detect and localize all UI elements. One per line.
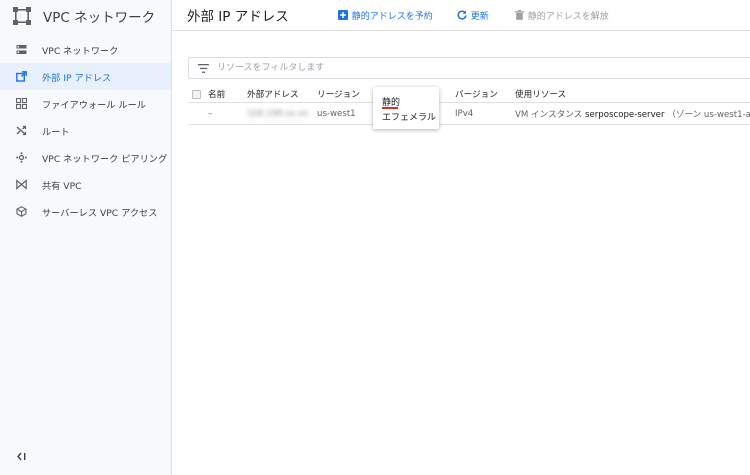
- routes-icon: [15, 124, 28, 137]
- release-static-address-button[interactable]: 静的アドレスを解放: [514, 9, 609, 22]
- sidebar-item-peering[interactable]: VPC ネットワーク ピアリング: [0, 144, 171, 171]
- release-static-address-label: 静的アドレスを解放: [527, 11, 609, 22]
- sidebar-item-shared-vpc[interactable]: 共有 VPC: [0, 171, 171, 198]
- page-header: 外部 IP アドレス 静的アドレスを予約 更新 静的アドレスを解放: [172, 0, 750, 31]
- sidebar-item-external-ip[interactable]: 外部 IP アドレス: [0, 63, 171, 90]
- add-box-icon: [338, 10, 349, 21]
- column-header-resource[interactable]: 使用リソース: [515, 88, 566, 100]
- menu-item-label: エフェメラル: [382, 113, 437, 123]
- ip-address-table: 名前 外部アドレス リージョン バージョン 使用リソース – 104.198.x…: [188, 86, 750, 125]
- sidebar-item-label: ファイアウォール ルール: [42, 99, 146, 111]
- collapse-sidebar-button[interactable]: [14, 449, 28, 463]
- refresh-icon: [457, 10, 468, 21]
- reserve-static-address-button[interactable]: 静的アドレスを予約: [338, 9, 433, 22]
- column-header-address[interactable]: 外部アドレス: [247, 88, 299, 100]
- cell-version: IPv4: [455, 108, 474, 119]
- vpc-network-icon: [15, 43, 28, 56]
- sidebar-nav: VPC ネットワーク 外部 IP アドレス ファイアウォール ルール ルート V…: [0, 36, 171, 225]
- sidebar-item-vpc-network[interactable]: VPC ネットワーク: [0, 36, 171, 63]
- type-dropdown-menu: 静的 エフェメラル: [373, 87, 439, 129]
- filter-icon: [197, 62, 209, 74]
- page-title: 外部 IP アドレス: [187, 9, 289, 25]
- collapse-icon: [16, 452, 25, 460]
- serverless-icon: [15, 205, 28, 218]
- reserve-static-address-label: 静的アドレスを予約: [351, 11, 433, 22]
- column-header-region[interactable]: リージョン: [317, 88, 360, 100]
- cell-address: 104.198.xx.xx: [247, 108, 309, 119]
- firewall-icon: [15, 97, 28, 110]
- cell-name: –: [208, 108, 213, 119]
- resource-name[interactable]: serposcope-server: [585, 110, 665, 120]
- menu-item-static[interactable]: 静的: [373, 94, 439, 109]
- sidebar-item-firewall[interactable]: ファイアウォール ルール: [0, 90, 171, 117]
- sidebar-item-routes[interactable]: ルート: [0, 117, 171, 144]
- resource-type: VM インスタンス: [515, 109, 583, 120]
- trash-icon: [514, 10, 525, 21]
- cell-resource: VM インスタンス serposcope-server （ゾーン us-west…: [515, 108, 750, 120]
- column-header-version[interactable]: バージョン: [455, 88, 498, 100]
- peering-icon: [15, 151, 28, 164]
- sidebar: VPC ネットワーク VPC ネットワーク 外部 IP アドレス ファイアウォー…: [0, 0, 172, 475]
- sidebar-item-label: 外部 IP アドレス: [42, 72, 112, 84]
- sidebar-item-label: ルート: [42, 126, 70, 138]
- app-window: VPC ネットワーク VPC ネットワーク 外部 IP アドレス ファイアウォー…: [0, 0, 750, 475]
- cell-region: us-west1: [317, 108, 356, 119]
- resource-zone: （ゾーン us-west1-a）: [667, 109, 750, 120]
- table-row[interactable]: – 104.198.xx.xx us-west1 IPv4 VM インスタンス …: [188, 103, 750, 125]
- main-content: 外部 IP アドレス 静的アドレスを予約 更新 静的アドレスを解放 リソースをフ…: [172, 0, 750, 475]
- filter-bar: [188, 57, 750, 79]
- sidebar-item-label: 共有 VPC: [42, 180, 82, 192]
- sidebar-item-label: サーバーレス VPC アクセス: [42, 207, 158, 219]
- refresh-label: 更新: [470, 11, 489, 22]
- refresh-button[interactable]: 更新: [457, 9, 489, 22]
- select-all-checkbox[interactable]: [192, 89, 201, 99]
- column-header-name[interactable]: 名前: [208, 88, 225, 100]
- sidebar-item-label: VPC ネットワーク ピアリング: [42, 153, 168, 165]
- sidebar-header: VPC ネットワーク: [0, 0, 171, 31]
- sidebar-item-label: VPC ネットワーク: [42, 45, 119, 57]
- menu-item-ephemeral[interactable]: エフェメラル: [373, 109, 439, 124]
- filter-input[interactable]: [217, 63, 617, 73]
- product-title: VPC ネットワーク: [43, 9, 156, 26]
- sidebar-item-serverless-access[interactable]: サーバーレス VPC アクセス: [0, 198, 171, 225]
- table-header: 名前 外部アドレス リージョン バージョン 使用リソース: [188, 86, 750, 103]
- vpc-product-icon: [11, 5, 32, 26]
- shared-vpc-icon: [15, 178, 28, 191]
- external-ip-icon: [15, 70, 28, 83]
